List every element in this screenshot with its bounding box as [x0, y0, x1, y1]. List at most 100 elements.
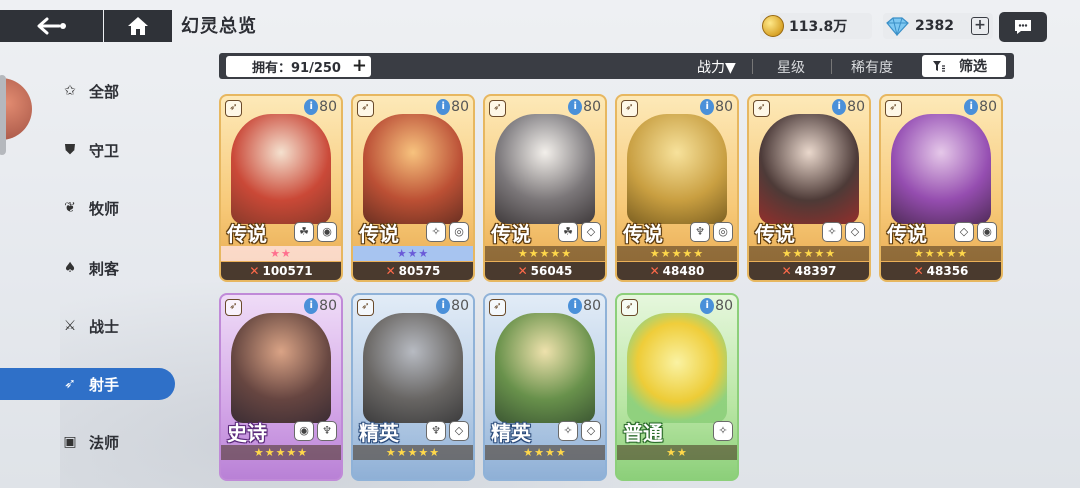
back-button[interactable] [0, 10, 103, 42]
power-value: ✕ 48397 [749, 262, 869, 280]
element-icon: ◉ [977, 222, 997, 242]
divider [831, 59, 832, 74]
sidebar-item-5[interactable]: ➶ 射手 [0, 368, 175, 400]
add-gems-button[interactable]: + [971, 17, 989, 35]
star-outline-icon: ✩ [64, 83, 76, 99]
bow-icon: ➶ [64, 376, 76, 392]
rarity-label: 精英 [359, 421, 399, 445]
level-text: 80 [319, 99, 337, 115]
gem-amount: 2382 [915, 18, 954, 34]
element-icon: ✧ [822, 222, 842, 242]
sidebar-item-4[interactable]: ⚔ 战士 [0, 310, 175, 342]
level-text: 80 [319, 298, 337, 314]
shield-icon: ⛊ [64, 142, 76, 158]
power-value: ✕ 48480 [617, 262, 737, 280]
crossed-swords-icon: ✕ [781, 264, 792, 278]
level-text: 80 [715, 99, 733, 115]
element-icon: ✧ [558, 421, 578, 441]
power-text: 80575 [398, 264, 441, 278]
back-arrow-icon [37, 17, 66, 35]
crossed-swords-icon: ✕ [249, 264, 260, 278]
level-text: 80 [583, 99, 601, 115]
gold-amount: 113.8万 [789, 19, 848, 35]
owned-count-text: 拥有：91/250 [252, 61, 341, 76]
element-icons: ☘ ◉ [294, 222, 337, 242]
hero-card[interactable]: ➶ i 80 传说 ☘ ◇ ★★★★★ ✕ 56045 [483, 94, 607, 282]
wings-icon: ❦ [64, 200, 76, 216]
hero-card[interactable]: ➶ i 80 传说 ✧ ◎ ★★★ ✕ 80575 [351, 94, 475, 282]
sidebar-item-label: 射手 [89, 375, 120, 394]
hero-card[interactable]: ➶ i 80 传说 ♆ ◎ ★★★★★ ✕ 48480 [615, 94, 739, 282]
element-icon: ◇ [449, 421, 469, 441]
sort-by-rarity[interactable]: 稀有度 [851, 57, 893, 77]
chat-bubble-icon [1015, 20, 1031, 34]
rarity-label: 传说 [623, 222, 663, 246]
element-icons: ◇ ◉ [954, 222, 997, 242]
hero-level: i 80 [700, 99, 733, 115]
class-bow-icon: ➶ [225, 100, 242, 117]
sidebar-item-2[interactable]: ❦ 牧师 [0, 192, 175, 224]
power-value: ✕ 80575 [353, 262, 473, 280]
level-text: 80 [715, 298, 733, 314]
book-icon: ▣ [63, 434, 77, 450]
hero-portrait [627, 114, 727, 224]
hero-level: i 80 [964, 99, 997, 115]
level-text: 80 [451, 298, 469, 314]
hero-card[interactable]: ➶ i 80 精英 ✧ ◇ ★★★★ [483, 293, 607, 481]
divider [752, 59, 753, 74]
element-icons: ♆ ◇ [426, 421, 469, 441]
level-badge-icon: i [832, 99, 847, 115]
element-icons: ✧ ◎ [426, 222, 469, 242]
filter-button[interactable]: 筛选 [922, 55, 1006, 77]
crossed-swords-icon: ✕ [649, 264, 660, 278]
home-button[interactable] [104, 10, 172, 42]
hero-portrait [495, 114, 595, 224]
hero-card[interactable]: ➶ i 80 普通 ✧ ★★ [615, 293, 739, 481]
star-rating: ★★★ [353, 246, 473, 261]
element-icon: ♆ [690, 222, 710, 242]
hero-level: i 80 [700, 298, 733, 314]
class-bow-icon: ➶ [489, 100, 506, 117]
level-badge-icon: i [304, 99, 319, 115]
owned-count[interactable]: 拥有：91/250 + [226, 56, 371, 77]
level-badge-icon: i [436, 298, 451, 314]
hero-portrait [231, 313, 331, 423]
element-icon: ◎ [449, 222, 469, 242]
power-value: ✕ 100571 [221, 262, 341, 280]
class-bow-icon: ➶ [885, 100, 902, 117]
class-bow-icon: ➶ [225, 299, 242, 316]
filter-label: 筛选 [959, 59, 987, 75]
sidebar-item-label: 战士 [89, 317, 120, 336]
sidebar-item-3[interactable]: ♠ 刺客 [0, 252, 175, 284]
level-badge-icon: i [964, 99, 979, 115]
sidebar-item-label: 刺客 [89, 259, 120, 278]
sort-by-star[interactable]: 星级 [777, 57, 805, 77]
expand-capacity-icon[interactable]: + [352, 57, 367, 75]
hero-level: i 80 [832, 99, 865, 115]
element-icon: ◇ [581, 222, 601, 242]
sort-by-power[interactable]: 战力▼ [697, 57, 736, 77]
sidebar-item-6[interactable]: ▣ 法师 [0, 426, 175, 458]
hero-portrait [891, 114, 991, 224]
level-text: 80 [847, 99, 865, 115]
chat-button[interactable] [999, 12, 1047, 42]
power-value: ✕ 56045 [485, 262, 605, 280]
rarity-label: 精英 [491, 421, 531, 445]
hero-card[interactable]: ➶ i 80 传说 ☘ ◉ ★★ ✕ 100571 [219, 94, 343, 282]
class-bow-icon: ➶ [489, 299, 506, 316]
hero-card[interactable]: ➶ i 80 精英 ♆ ◇ ★★★★★ [351, 293, 475, 481]
hero-card[interactable]: ➶ i 80 传说 ◇ ◉ ★★★★★ ✕ 48356 [879, 94, 1003, 282]
sidebar-item-1[interactable]: ⛊ 守卫 [0, 134, 175, 166]
hero-card[interactable]: ➶ i 80 传说 ✧ ◇ ★★★★★ ✕ 48397 [747, 94, 871, 282]
power-text: 48397 [794, 264, 837, 278]
element-icons: ✧ ◇ [558, 421, 601, 441]
level-badge-icon: i [700, 298, 715, 314]
rarity-label: 史诗 [227, 421, 267, 445]
rarity-label: 普通 [623, 421, 663, 445]
hero-card[interactable]: ➶ i 80 史诗 ◉ ♆ ★★★★★ [219, 293, 343, 481]
element-icon: ✧ [713, 421, 733, 441]
class-bow-icon: ➶ [621, 299, 638, 316]
hero-level: i 80 [568, 298, 601, 314]
sidebar-item-0[interactable]: ✩ 全部 [0, 75, 175, 107]
crossed-swords-icon: ✕ [517, 264, 528, 278]
